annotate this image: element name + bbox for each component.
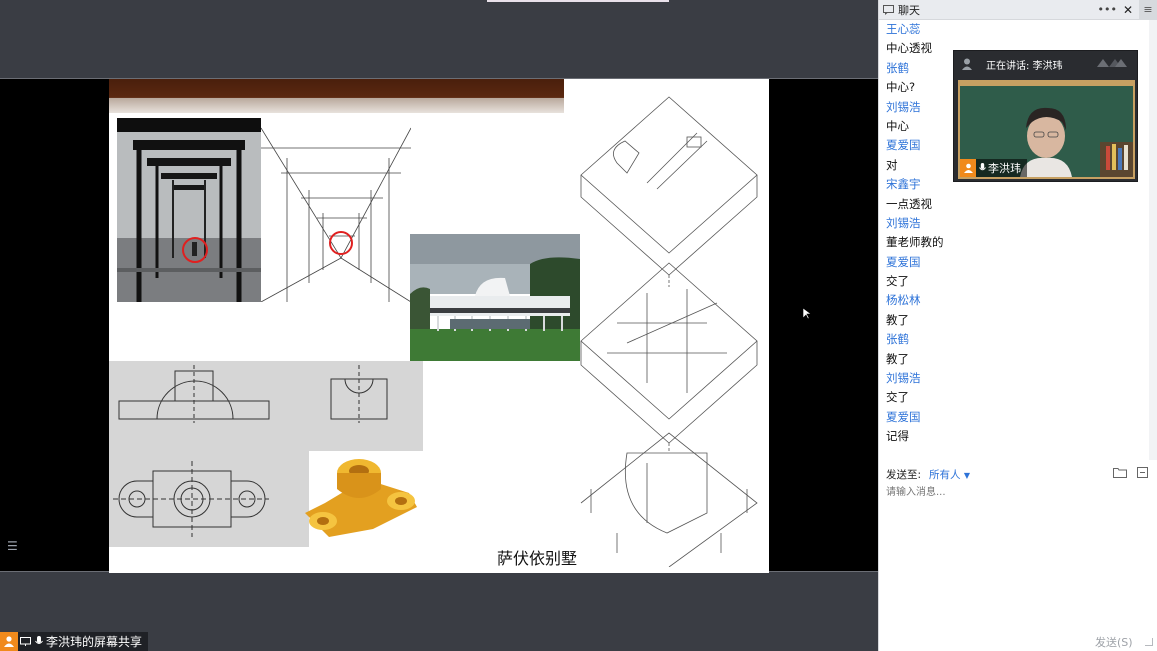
- hamburger-menu-icon[interactable]: ≡: [1139, 0, 1157, 20]
- villa-axonometric-drawing: [580, 96, 758, 567]
- chat-message-text: 交了: [886, 274, 909, 289]
- engineering-drawing-panel: [109, 361, 423, 547]
- chat-message-text: 一点透视: [886, 196, 932, 211]
- corridor-perspective-drawing: [261, 118, 411, 302]
- screenshot-icon[interactable]: [1137, 467, 1148, 481]
- speaker-video-window[interactable]: 正在讲话: 李洪玮 李洪玮: [953, 50, 1138, 182]
- more-options-icon[interactable]: •••: [1097, 3, 1116, 16]
- chat-message-text: 记得: [886, 429, 909, 444]
- list-menu-icon[interactable]: ☰: [7, 540, 21, 552]
- speaker-avatar-icon: [962, 58, 972, 70]
- chat-sender-name: 杨松林: [886, 293, 921, 308]
- video-header: 正在讲话: 李洪玮: [954, 51, 1137, 77]
- chat-sender-name: 刘锡浩: [886, 371, 921, 386]
- chat-message-text: 教了: [886, 351, 909, 366]
- chat-message-text: 教了: [886, 312, 909, 327]
- chat-message-text: 董老师教的: [886, 235, 944, 250]
- chevron-down-icon: ▼: [963, 470, 971, 480]
- mouse-cursor-icon: [803, 308, 811, 320]
- chat-message-input[interactable]: [886, 485, 1148, 499]
- resize-grip-icon[interactable]: [1145, 638, 1153, 646]
- slide-caption: 萨伏依别墅: [497, 549, 578, 568]
- chat-sender-name: 王心蕊: [886, 22, 921, 36]
- chat-scrollbar[interactable]: [1149, 20, 1157, 460]
- speaker-video-feed: 李洪玮: [958, 80, 1135, 179]
- chat-sender-name: 张鹤: [886, 332, 909, 347]
- screen-share-icon: [18, 632, 32, 651]
- send-to-row: 发送至: 所有人 ▼: [886, 466, 1148, 482]
- chat-bubble-icon: [883, 4, 894, 15]
- presentation-slide: 萨伏依别墅: [109, 79, 769, 573]
- participant-name: 李洪玮: [988, 162, 1021, 175]
- chat-sender-name: 夏爱国: [886, 254, 921, 269]
- now-speaking-label: 正在讲话: 李洪玮: [986, 60, 1063, 72]
- screen-share-status-bar: 李洪玮的屏幕共享: [0, 632, 149, 651]
- folder-icon[interactable]: [1113, 467, 1127, 481]
- corridor-photo: [117, 118, 261, 302]
- close-icon[interactable]: ✕: [1123, 3, 1133, 17]
- user-icon: [960, 159, 976, 177]
- villa-savoye-photo: [410, 234, 580, 361]
- send-button[interactable]: 发送(S): [1095, 634, 1133, 650]
- user-icon: [0, 632, 18, 651]
- send-to-label: 发送至:: [886, 468, 922, 481]
- video-name-tag: 李洪玮: [960, 159, 1027, 177]
- window-controls-icon[interactable]: [1095, 57, 1127, 72]
- chat-message-text: 交了: [886, 390, 909, 405]
- microphone-icon: [32, 632, 46, 651]
- shared-slide-frame: 萨伏依别墅: [0, 78, 878, 573]
- recipient-value: 所有人: [929, 468, 961, 481]
- top-accent-bar: [487, 0, 669, 2]
- chat-titlebar: 聊天 ••• ✕ ≡: [879, 0, 1157, 20]
- chat-panel-title: 聊天: [898, 3, 920, 17]
- recipient-dropdown[interactable]: 所有人 ▼: [929, 467, 970, 482]
- chat-sender-name: 刘锡浩: [886, 215, 921, 230]
- microphone-icon: [976, 163, 988, 173]
- chat-sender-name: 夏爱国: [886, 409, 921, 424]
- screen-share-area: 萨伏依别墅 ☰ 李洪玮的屏幕共享: [0, 0, 878, 651]
- slide-header-banner: [109, 79, 564, 113]
- screen-share-owner-label: 李洪玮的屏幕共享: [46, 635, 143, 649]
